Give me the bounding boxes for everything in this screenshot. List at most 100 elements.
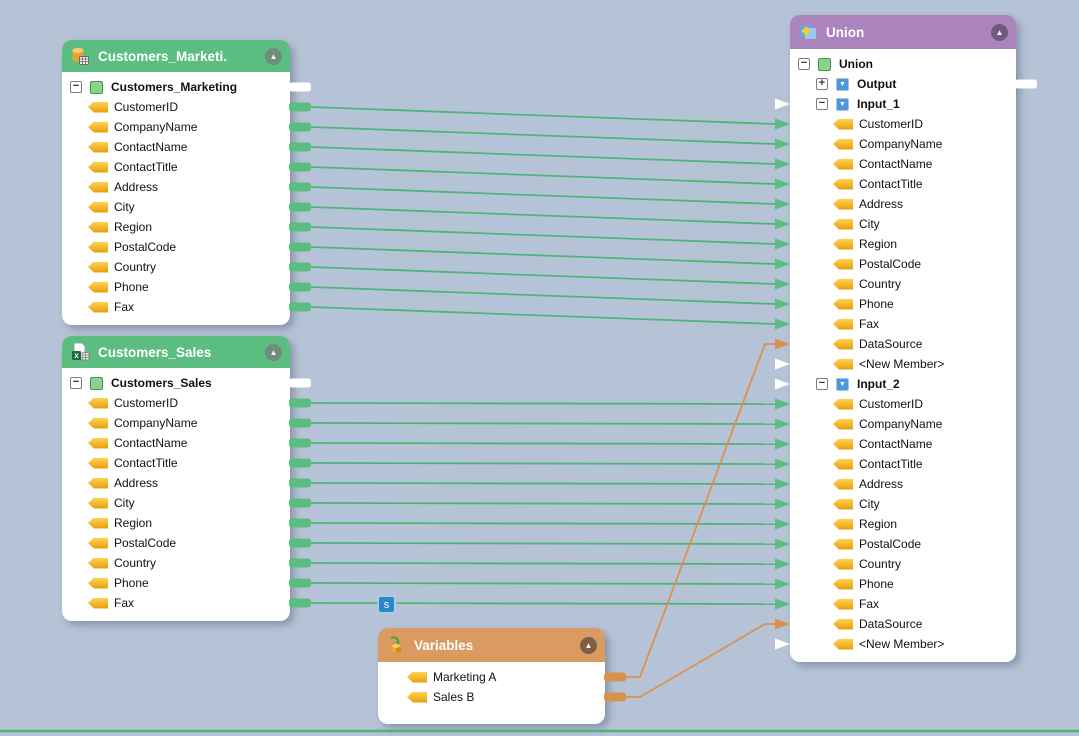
connection-line[interactable] xyxy=(311,107,775,124)
field-connector-stub[interactable] xyxy=(289,303,311,312)
field-row[interactable]: Marketing A xyxy=(378,667,605,687)
field-row[interactable]: <New Member> xyxy=(790,634,1016,654)
variable-connector-stub[interactable] xyxy=(604,673,626,682)
field-row[interactable]: Fax xyxy=(62,297,290,317)
tree-expander-icon[interactable]: − xyxy=(70,377,82,389)
field-connector-stub[interactable] xyxy=(289,143,311,152)
field-connector-stub[interactable] xyxy=(289,399,311,408)
connection-line[interactable] xyxy=(311,523,775,524)
connection-line[interactable] xyxy=(311,423,775,424)
field-row[interactable]: Sales B xyxy=(378,687,605,707)
field-row[interactable]: ContactTitle xyxy=(62,453,290,473)
field-row[interactable]: CompanyName xyxy=(62,413,290,433)
field-row[interactable]: Country xyxy=(790,554,1016,574)
connection-line[interactable] xyxy=(311,307,775,324)
field-connector-stub[interactable] xyxy=(289,459,311,468)
connection-line[interactable] xyxy=(311,127,775,144)
node-header-union[interactable]: Union ▲ xyxy=(790,15,1016,49)
field-row[interactable]: Address xyxy=(790,194,1016,214)
field-row[interactable]: Region xyxy=(790,514,1016,534)
field-row[interactable]: Phone xyxy=(62,277,290,297)
field-connector-stub[interactable] xyxy=(289,499,311,508)
output-connector-stub[interactable] xyxy=(1015,80,1037,89)
connection-line[interactable] xyxy=(311,147,775,164)
field-connector-stub[interactable] xyxy=(289,163,311,172)
node-customers-sales[interactable]: x Customers_Sales ▲ −Customers_SalesCust… xyxy=(62,336,290,621)
field-row[interactable]: Region xyxy=(790,234,1016,254)
variable-connection-line[interactable] xyxy=(626,344,775,677)
connection-line[interactable] xyxy=(311,443,775,444)
field-row[interactable]: Phone xyxy=(790,574,1016,594)
variable-connection-line[interactable] xyxy=(626,624,775,697)
field-row[interactable]: DataSource xyxy=(790,334,1016,354)
table-root-row[interactable]: −Customers_Sales xyxy=(62,373,290,393)
table-root-row[interactable]: −Union xyxy=(790,54,1016,74)
field-row[interactable]: ContactName xyxy=(62,137,290,157)
connection-line[interactable] xyxy=(311,543,775,544)
field-row[interactable]: Country xyxy=(62,553,290,573)
table-connector-stub[interactable] xyxy=(289,83,311,92)
tree-expander-icon[interactable]: − xyxy=(816,98,828,110)
field-row[interactable]: CustomerID xyxy=(62,97,290,117)
field-row[interactable]: City xyxy=(790,494,1016,514)
collapse-button[interactable]: ▲ xyxy=(991,24,1008,41)
field-connector-stub[interactable] xyxy=(289,283,311,292)
field-row[interactable]: ContactTitle xyxy=(62,157,290,177)
field-row[interactable]: City xyxy=(790,214,1016,234)
field-connector-stub[interactable] xyxy=(289,223,311,232)
connection-line[interactable] xyxy=(311,207,775,224)
node-variables[interactable]: Variables ▲ Marketing ASales B xyxy=(378,628,605,724)
connection-line[interactable] xyxy=(311,247,775,264)
mapping-canvas[interactable]: Customers_Marketi. ▲ −Customers_Marketin… xyxy=(0,0,1079,736)
collapse-button[interactable]: ▲ xyxy=(265,344,282,361)
field-row[interactable]: Region xyxy=(62,217,290,237)
field-row[interactable]: City xyxy=(62,493,290,513)
field-connector-stub[interactable] xyxy=(289,519,311,528)
field-connector-stub[interactable] xyxy=(289,559,311,568)
field-connector-stub[interactable] xyxy=(289,439,311,448)
field-row[interactable]: Country xyxy=(62,257,290,277)
field-row[interactable]: Fax xyxy=(790,594,1016,614)
node-header-customers-sales[interactable]: x Customers_Sales ▲ xyxy=(62,336,290,368)
variable-connector-stub[interactable] xyxy=(604,693,626,702)
field-row[interactable]: ContactName xyxy=(790,154,1016,174)
tree-expander-icon[interactable]: − xyxy=(798,58,810,70)
node-header-variables[interactable]: Variables ▲ xyxy=(378,628,605,662)
collapse-button[interactable]: ▲ xyxy=(265,48,282,65)
connection-line[interactable] xyxy=(311,563,775,564)
field-row[interactable]: ContactTitle xyxy=(790,454,1016,474)
field-connector-stub[interactable] xyxy=(289,579,311,588)
field-row[interactable]: PostalCode xyxy=(62,533,290,553)
field-row[interactable]: <New Member> xyxy=(790,354,1016,374)
field-row[interactable]: CompanyName xyxy=(790,414,1016,434)
node-header-customers-marketing[interactable]: Customers_Marketi. ▲ xyxy=(62,40,290,72)
connection-line[interactable] xyxy=(311,187,775,204)
field-connector-stub[interactable] xyxy=(289,243,311,252)
field-row[interactable]: CustomerID xyxy=(62,393,290,413)
connection-line[interactable] xyxy=(311,503,775,504)
field-connector-stub[interactable] xyxy=(289,479,311,488)
field-row[interactable]: ContactName xyxy=(62,433,290,453)
field-row[interactable]: CustomerID xyxy=(790,394,1016,414)
node-union[interactable]: Union ▲ −Union+▼Output−▼Input_1CustomerI… xyxy=(790,15,1016,662)
field-row[interactable]: City xyxy=(62,197,290,217)
group-row-output[interactable]: +▼Output xyxy=(790,74,1016,94)
tree-expander-icon[interactable]: + xyxy=(816,78,828,90)
field-row[interactable]: CustomerID xyxy=(790,114,1016,134)
field-row[interactable]: PostalCode xyxy=(790,254,1016,274)
field-connector-stub[interactable] xyxy=(289,103,311,112)
field-row[interactable]: ContactName xyxy=(790,434,1016,454)
connection-line[interactable] xyxy=(311,403,775,404)
field-row[interactable]: CompanyName xyxy=(790,134,1016,154)
group-row-input_1[interactable]: −▼Input_1 xyxy=(790,94,1016,114)
connection-line[interactable] xyxy=(311,167,775,184)
connection-line[interactable] xyxy=(311,463,775,464)
connection-line[interactable] xyxy=(311,287,775,304)
field-row[interactable]: Fax xyxy=(62,593,290,613)
field-connector-stub[interactable] xyxy=(289,183,311,192)
field-row[interactable]: PostalCode xyxy=(790,534,1016,554)
field-row[interactable]: DataSource xyxy=(790,614,1016,634)
field-connector-stub[interactable] xyxy=(289,123,311,132)
table-root-row[interactable]: −Customers_Marketing xyxy=(62,77,290,97)
table-connector-stub[interactable] xyxy=(289,379,311,388)
